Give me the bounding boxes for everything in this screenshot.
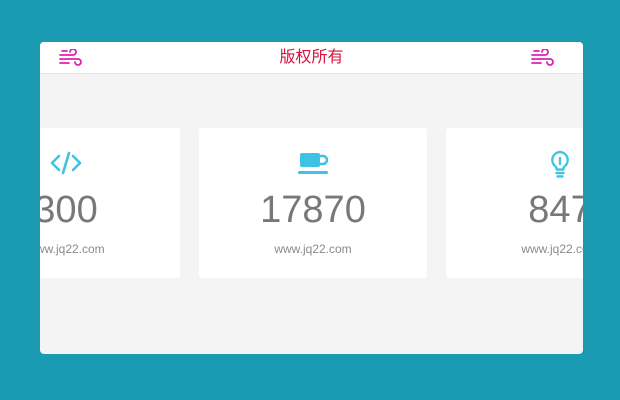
stat-site: www.jq22.com bbox=[40, 242, 105, 256]
coffee-cup-icon bbox=[199, 150, 427, 178]
stat-card-coffee[interactable]: 17870 www.jq22.com bbox=[199, 128, 427, 278]
header-bar: 版权所有 bbox=[40, 42, 583, 74]
code-icon bbox=[40, 150, 180, 178]
stat-value: 847 bbox=[528, 189, 583, 231]
stat-card-idea[interactable]: 847 www.jq22.com bbox=[446, 128, 583, 278]
stat-card-code[interactable]: 300 www.jq22.com bbox=[40, 128, 180, 278]
stat-value: 300 bbox=[40, 189, 98, 231]
stat-site: www.jq22.com bbox=[274, 242, 352, 256]
lightbulb-icon bbox=[446, 150, 583, 178]
carousel-viewport[interactable]: 300 www.jq22.com 17870 www.jq22.com bbox=[40, 74, 583, 354]
stat-site: www.jq22.com bbox=[521, 242, 583, 256]
slider-panel: 版权所有 300 www.jq22. bbox=[40, 42, 583, 354]
stat-value: 17870 bbox=[260, 189, 366, 231]
page-title: 版权所有 bbox=[279, 47, 344, 66]
wind-icon bbox=[531, 49, 554, 66]
